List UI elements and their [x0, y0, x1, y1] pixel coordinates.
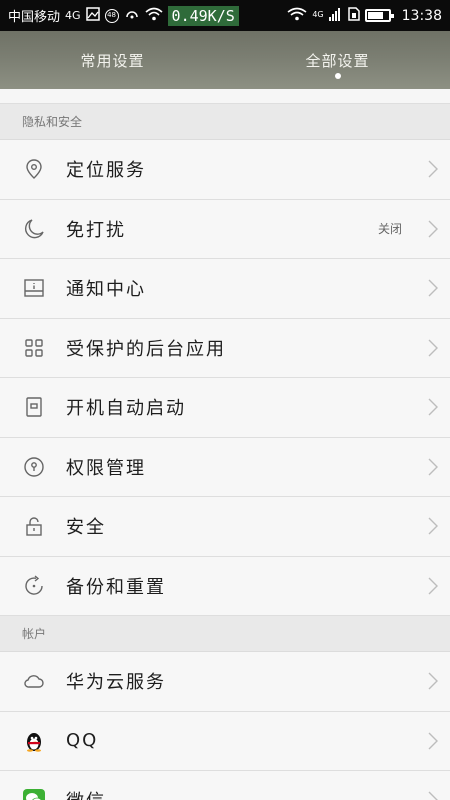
setting-item-notification-center[interactable]: 通知中心	[0, 259, 450, 319]
setting-label: QQ	[66, 730, 99, 752]
chevron-right-icon	[416, 732, 450, 750]
wechat-icon	[0, 789, 66, 800]
setting-item-backup-reset[interactable]: 备份和重置	[0, 556, 450, 616]
setting-item-qq[interactable]: QQ	[0, 711, 450, 771]
carrier-name: 中国移动	[8, 10, 61, 25]
setting-item-autostart[interactable]: 开机自动启动	[0, 378, 450, 438]
chevron-right-icon	[416, 279, 450, 297]
setting-item-permissions[interactable]: 权限管理	[0, 437, 450, 497]
list-top-spacer	[0, 89, 450, 104]
chevron-right-icon	[416, 458, 450, 476]
setting-item-protected-apps[interactable]: 受保护的后台应用	[0, 318, 450, 378]
setting-item-do-not-disturb[interactable]: 免打扰 关闭	[0, 199, 450, 259]
setting-label: 微信	[66, 787, 416, 800]
chevron-right-icon	[416, 672, 450, 690]
tab-all-settings[interactable]: 全部设置	[225, 31, 450, 89]
network-type-left: 4G	[65, 9, 81, 22]
image-icon	[85, 6, 100, 25]
battery-icon	[364, 9, 394, 22]
lock-icon	[0, 515, 66, 537]
chevron-right-icon	[416, 220, 450, 238]
network-type-right: 4G	[312, 9, 324, 19]
qq-penguin-icon	[0, 730, 66, 752]
chevron-right-icon	[416, 577, 450, 595]
signal-icon	[328, 7, 343, 25]
tab-label: 全部设置	[305, 51, 370, 70]
chevron-right-icon	[416, 339, 450, 357]
startup-icon	[0, 396, 66, 418]
setting-label: 通知中心	[66, 279, 146, 301]
chevron-right-icon	[416, 517, 450, 535]
chevron-right-icon	[416, 398, 450, 416]
wifi-icon	[145, 7, 163, 25]
sync-icon	[124, 7, 140, 25]
settings-tab-bar: 常用设置 全部设置	[0, 31, 450, 89]
setting-label: 权限管理	[66, 457, 146, 479]
keyhole-icon	[0, 456, 66, 478]
tab-label: 常用设置	[80, 51, 145, 70]
section-header-privacy: 隐私和安全	[0, 104, 450, 140]
status-bar: 中国移动 4G 48 0.49K/S 4G 13:38	[0, 0, 450, 31]
chevron-right-icon	[416, 160, 450, 178]
notification-center-icon	[0, 277, 66, 299]
setting-label: 开机自动启动	[66, 398, 186, 420]
badge-icon: 48	[104, 8, 119, 23]
setting-item-huawei-cloud[interactable]: 华为云服务	[0, 652, 450, 712]
clock: 13:38	[401, 7, 442, 24]
setting-item-security[interactable]: 安全	[0, 497, 450, 557]
tab-common-settings[interactable]: 常用设置	[0, 31, 225, 89]
setting-label: 华为云服务	[66, 672, 166, 694]
setting-label: 免打扰	[66, 219, 126, 241]
section-header-account: 帐户	[0, 616, 450, 652]
active-tab-indicator	[334, 73, 341, 79]
setting-label: 备份和重置	[66, 576, 166, 598]
setting-label: 安全	[66, 517, 106, 539]
setting-item-location[interactable]: 定位服务	[0, 140, 450, 200]
setting-item-wechat[interactable]: 微信	[0, 771, 450, 800]
setting-value: 关闭	[377, 222, 402, 237]
cloud-icon	[0, 670, 66, 692]
moon-icon	[0, 218, 66, 240]
wifi-icon-2	[287, 7, 307, 25]
network-speed: 0.49K/S	[167, 5, 239, 26]
backup-icon	[0, 575, 66, 597]
sim-icon	[347, 6, 360, 25]
setting-label: 受保护的后台应用	[66, 338, 226, 360]
location-pin-icon	[0, 158, 66, 180]
setting-label: 定位服务	[66, 160, 146, 182]
chevron-right-icon	[416, 791, 450, 800]
settings-list: 隐私和安全 定位服务 免打扰 关闭 通知中心 受保护的后台应用 开机自动启动 权…	[0, 89, 450, 800]
apps-grid-icon	[0, 337, 66, 359]
